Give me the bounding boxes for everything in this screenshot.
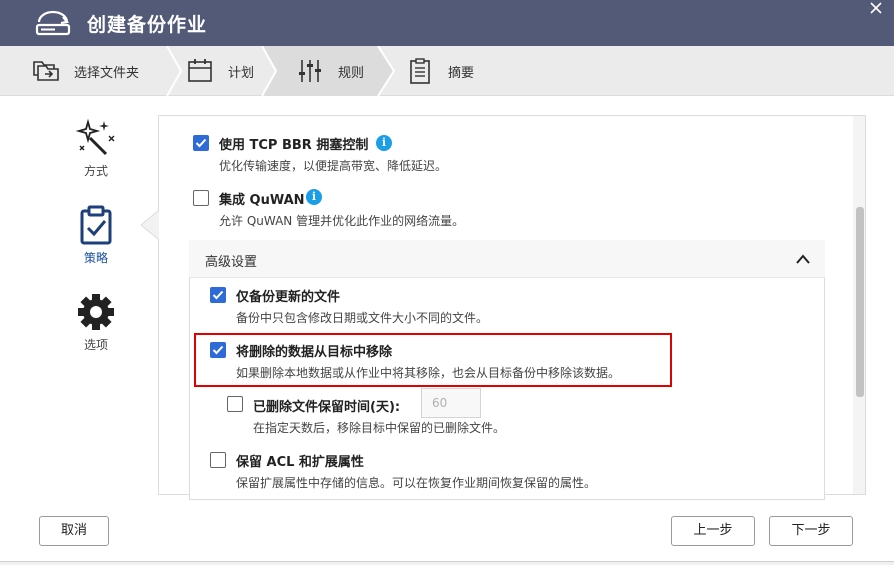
checkmark-icon — [212, 345, 224, 355]
step-schedule[interactable]: 计划 — [186, 46, 254, 96]
quwan-desc: 允许 QuWAN 管理并优化此作业的网络流量。 — [219, 214, 465, 228]
clipboard-list-icon — [410, 58, 430, 84]
nav-item-policy[interactable]: 策略 — [62, 205, 130, 266]
close-icon[interactable] — [868, 1, 884, 17]
next-button[interactable]: 下一步 — [769, 516, 853, 546]
step-select-folder[interactable]: 选择文件夹 — [32, 46, 139, 96]
chevron-up-icon[interactable] — [795, 253, 811, 265]
nav-item-options[interactable]: 选项 — [62, 292, 130, 353]
wizard-steps: 选择文件夹 计划 规则 摘要 — [0, 46, 894, 96]
backup-updated-checkbox[interactable] — [210, 287, 226, 303]
nav-label: 方式 — [83, 164, 108, 178]
step-label: 选择文件夹 — [74, 65, 140, 81]
tcp-bbr-desc: 优化传输速度，以便提高带宽、降低延迟。 — [219, 159, 448, 173]
calendar-icon — [188, 59, 212, 82]
backup-app-icon — [35, 10, 71, 36]
step-separator — [166, 46, 183, 96]
retain-days-checkbox[interactable] — [227, 396, 243, 412]
remove-deleted-desc: 如果删除本地数据或从作业中将其移除，也会从目标备份中移除该数据。 — [236, 366, 621, 380]
prev-button[interactable]: 上一步 — [671, 516, 755, 546]
info-icon[interactable]: i — [376, 135, 392, 151]
scrollbar-thumb[interactable] — [856, 207, 864, 397]
advanced-settings-title: 高级设置 — [205, 255, 258, 270]
remove-deleted-checkbox[interactable] — [210, 342, 226, 358]
quwan-label: 集成 QuWAN — [219, 193, 305, 208]
step-label: 摘要 — [448, 65, 475, 81]
keep-acl-checkbox[interactable] — [210, 452, 226, 468]
retain-days-input[interactable]: 60 — [421, 388, 481, 418]
sliders-icon — [299, 60, 321, 82]
checkmark-icon — [195, 138, 207, 148]
magic-wand-icon — [76, 118, 115, 156]
backup-updated-label: 仅备份更新的文件 — [236, 290, 341, 305]
cancel-button[interactable]: 取消 — [39, 516, 109, 546]
nav-label: 策略 — [83, 251, 108, 265]
window-title: 创建备份作业 — [87, 14, 208, 36]
backup-updated-desc: 备份中只包含修改日期或文件大小不同的文件。 — [236, 311, 489, 325]
folder-copy-icon — [33, 61, 59, 81]
advanced-settings-header[interactable] — [189, 240, 825, 278]
remove-deleted-label: 将删除的数据从目标中移除 — [236, 345, 393, 360]
nav-item-method[interactable]: 方式 — [62, 118, 130, 179]
title-bar: 创建备份作业 — [0, 0, 894, 46]
keep-acl-desc: 保留扩展属性中存储的信息。可以在恢复作业期间恢复保留的属性。 — [236, 476, 597, 490]
step-summary[interactable]: 摘要 — [406, 46, 474, 96]
retain-days-desc: 在指定天数后，移除目标中保留的已删除文件。 — [253, 421, 506, 435]
step-separator-active — [377, 46, 395, 96]
panel-pointer — [140, 210, 159, 240]
tcp-bbr-label: 使用 TCP BBR 拥塞控制 — [219, 138, 369, 153]
step-label: 计划 — [228, 65, 255, 81]
step-label: 规则 — [338, 65, 365, 81]
step-rules[interactable]: 规则 — [278, 46, 378, 96]
info-icon[interactable]: i — [306, 189, 322, 205]
step-separator — [261, 46, 278, 96]
nav-label: 选项 — [83, 338, 108, 352]
gear-icon — [78, 294, 114, 330]
keep-acl-label: 保留 ACL 和扩展属性 — [236, 455, 364, 470]
retain-days-label: 已删除文件保留时间(天): — [253, 400, 401, 415]
clipboard-check-icon — [80, 205, 112, 245]
bottom-border — [0, 561, 894, 565]
tcp-bbr-checkbox[interactable] — [193, 135, 209, 151]
checkmark-icon — [212, 290, 224, 300]
quwan-checkbox[interactable] — [193, 190, 209, 206]
